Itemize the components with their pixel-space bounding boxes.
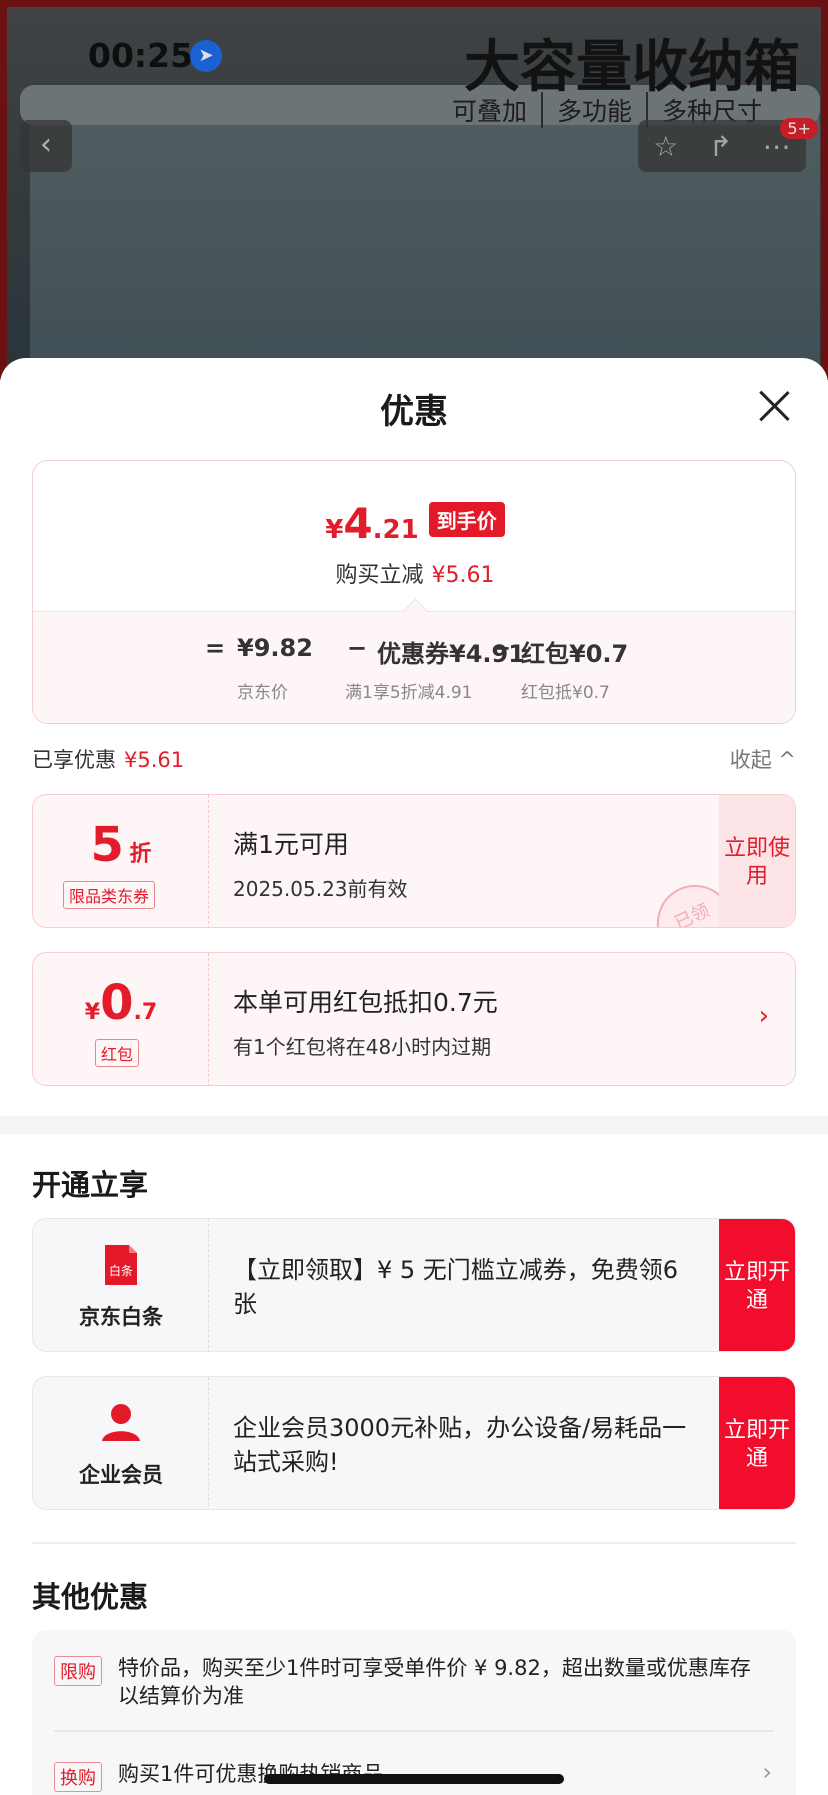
formula-minus: −	[347, 634, 368, 662]
enjoyed-value: ¥5.61	[124, 748, 185, 772]
redpacket-yen: ¥	[84, 1000, 101, 1025]
reduce-label: 购买立减	[335, 563, 424, 588]
coupon-value-unit: 折	[129, 842, 152, 867]
redpacket-label: 红包抵¥0.7	[521, 683, 610, 703]
formula-equals: =	[205, 634, 226, 662]
list-divider	[54, 1730, 774, 1732]
use-now-button[interactable]: 立即使用	[719, 795, 795, 927]
coupon-value-block: 5 折 限品类东券	[33, 795, 209, 927]
reduce-value: ¥5.61	[431, 563, 495, 588]
formula-jd-price: ¥9.82	[237, 634, 313, 662]
redpacket-decimal: .7	[133, 1000, 158, 1025]
discount-sheet: 优惠 ¥ 4 .21 到手价 购买立减 ¥5.61 = ¥9.82 − 优惠券¥4…	[0, 358, 828, 1795]
redpacket-integer: 0	[100, 975, 134, 1031]
collapse-button[interactable]: 收起 ^	[730, 744, 796, 774]
user-icon	[101, 1401, 141, 1445]
enterprise-name: 企业会员	[79, 1463, 163, 1487]
coupon-label: 满1享5折减4.91	[345, 683, 473, 703]
home-indicator[interactable]	[264, 1774, 564, 1784]
final-price-badge: 到手价	[428, 502, 505, 537]
price-breakdown: = ¥9.82 − 优惠券¥4.91 − 红包¥0.7 京东价 满1享5折减4.…	[33, 611, 795, 723]
jd-price-label: 京东价	[237, 683, 288, 703]
coupon-value-number: 5	[90, 817, 124, 873]
price-decimal: .21	[372, 515, 419, 545]
formula-redpacket: 红包¥0.7	[521, 640, 629, 668]
redpacket-tag: 红包	[95, 1039, 140, 1067]
baitiao-block: 白条 京东白条	[33, 1219, 209, 1351]
coupon-condition: 满1元可用	[233, 830, 349, 859]
coupon-card[interactable]: 5 折 限品类东券 满1元可用 2025.05.23前有效 已领 立即使用	[32, 794, 796, 928]
price-summary: ¥ 4 .21 到手价 购买立减 ¥5.61	[33, 461, 795, 611]
redpacket-value-block: ¥0.7 红包	[33, 953, 209, 1085]
open-baitiao-button[interactable]: 立即开通	[719, 1219, 795, 1351]
baitiao-icon: 白条	[101, 1243, 141, 1287]
redpacket-card[interactable]: ¥0.7 红包 本单可用红包抵扣0.7元 有1个红包将在48小时内过期 ›	[32, 952, 796, 1086]
offer-tag: 换购	[54, 1762, 102, 1792]
offer-tag: 限购	[54, 1656, 102, 1686]
offer-text: 特价品，购买至少1件时可享受单件价 ¥ 9.82，超出数量或优惠库存以结算价为准	[118, 1656, 751, 1708]
coupon-type-tag: 限品类东券	[63, 881, 156, 909]
enterprise-card[interactable]: 企业会员 企业会员3000元补贴，办公设备/易耗品一站式采购! 立即开通	[32, 1376, 796, 1510]
chevron-right-icon: ›	[758, 1001, 769, 1031]
other-section-title: 其他优惠	[32, 1580, 149, 1614]
price-integer: 4	[343, 499, 373, 548]
formula-minus: −	[491, 634, 512, 662]
section-separator	[32, 1542, 796, 1544]
enterprise-offer: 企业会员3000元补贴，办公设备/易耗品一站式采购!	[233, 1414, 687, 1476]
redpacket-main: 本单可用红包抵扣0.7元	[233, 988, 498, 1017]
coupon-value: 5 折	[33, 817, 209, 873]
sheet-title: 优惠	[380, 392, 448, 432]
close-icon[interactable]	[756, 388, 792, 424]
reduce-row: 购买立减 ¥5.61	[33, 557, 795, 589]
enjoyed-row: 已享优惠 ¥5.61 收起 ^	[32, 744, 796, 774]
enjoyed-label: 已享优惠	[32, 748, 116, 772]
coupon-expiry: 2025.05.23前有效	[233, 877, 408, 901]
open-enterprise-button[interactable]: 立即开通	[719, 1377, 795, 1509]
svg-text:白条: 白条	[109, 1263, 133, 1278]
baitiao-card[interactable]: 白条 京东白条 【立即领取】¥ 5 无门槛立减券，免费领6张 立即开通	[32, 1218, 796, 1352]
open-section-title: 开通立享	[32, 1168, 149, 1202]
baitiao-offer: 【立即领取】¥ 5 无门槛立减券，免费领6张	[233, 1256, 679, 1318]
product-banner: 00:25 ➤ 大容量收纳箱 可叠加 多功能 多种尺寸 ‹ ☆ ↱ ⋯ 5+	[0, 0, 828, 380]
price-yen: ¥	[325, 515, 344, 545]
chevron-right-icon: ›	[762, 1758, 772, 1786]
baitiao-name: 京东白条	[79, 1305, 163, 1329]
price-card: ¥ 4 .21 到手价 购买立减 ¥5.61 = ¥9.82 − 优惠券¥4.91…	[32, 460, 796, 724]
overlay-dim[interactable]	[0, 0, 828, 380]
redpacket-sub: 有1个红包将在48小时内过期	[233, 1035, 492, 1059]
final-price: ¥ 4 .21 到手价	[33, 499, 795, 548]
section-divider	[0, 1116, 828, 1134]
enterprise-block: 企业会员	[33, 1377, 209, 1509]
other-offers-list: 限购 特价品，购买至少1件时可享受单件价 ¥ 9.82，超出数量或优惠库存以结算…	[32, 1630, 796, 1795]
redpacket-value: ¥0.7	[33, 975, 209, 1031]
